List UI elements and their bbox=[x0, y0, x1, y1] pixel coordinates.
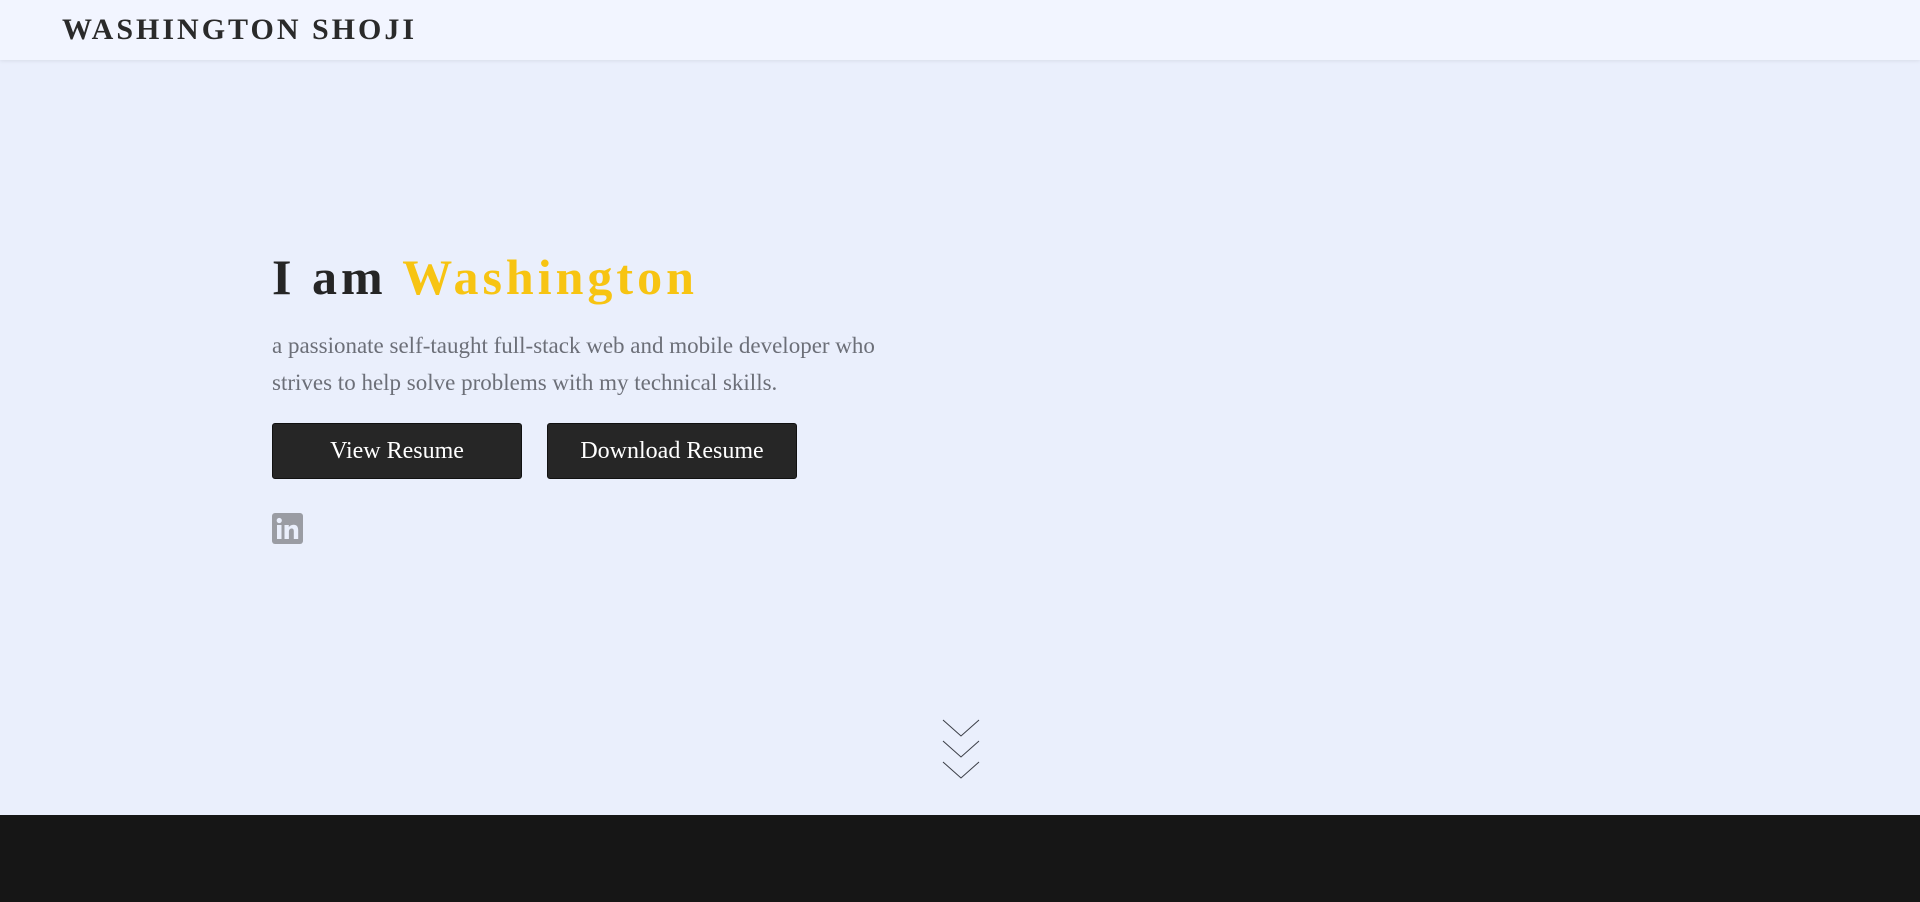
hero-buttons: View Resume Download Resume bbox=[272, 423, 912, 479]
navbar: WASHINGTON SHOJI bbox=[0, 0, 1920, 60]
view-resume-button[interactable]: View Resume bbox=[272, 423, 522, 479]
hero-headline: I am Washington bbox=[272, 247, 912, 307]
hero-content: I am Washington a passionate self-taught… bbox=[272, 247, 912, 544]
headline-name: Washington bbox=[402, 249, 698, 305]
headline-prefix: I am bbox=[272, 249, 387, 305]
hero-tagline: a passionate self-taught full-stack web … bbox=[272, 333, 875, 395]
chevrons-down-graphic bbox=[942, 719, 980, 779]
chevrons-down-icon[interactable] bbox=[942, 719, 980, 781]
download-resume-button[interactable]: Download Resume bbox=[547, 423, 797, 479]
hero-section: I am Washington a passionate self-taught… bbox=[0, 60, 1920, 815]
social-links bbox=[272, 513, 303, 544]
next-section bbox=[0, 815, 1920, 902]
brand-logo[interactable]: WASHINGTON SHOJI bbox=[62, 12, 417, 48]
linkedin-icon-graphic bbox=[272, 513, 303, 544]
linkedin-icon[interactable] bbox=[272, 513, 303, 544]
